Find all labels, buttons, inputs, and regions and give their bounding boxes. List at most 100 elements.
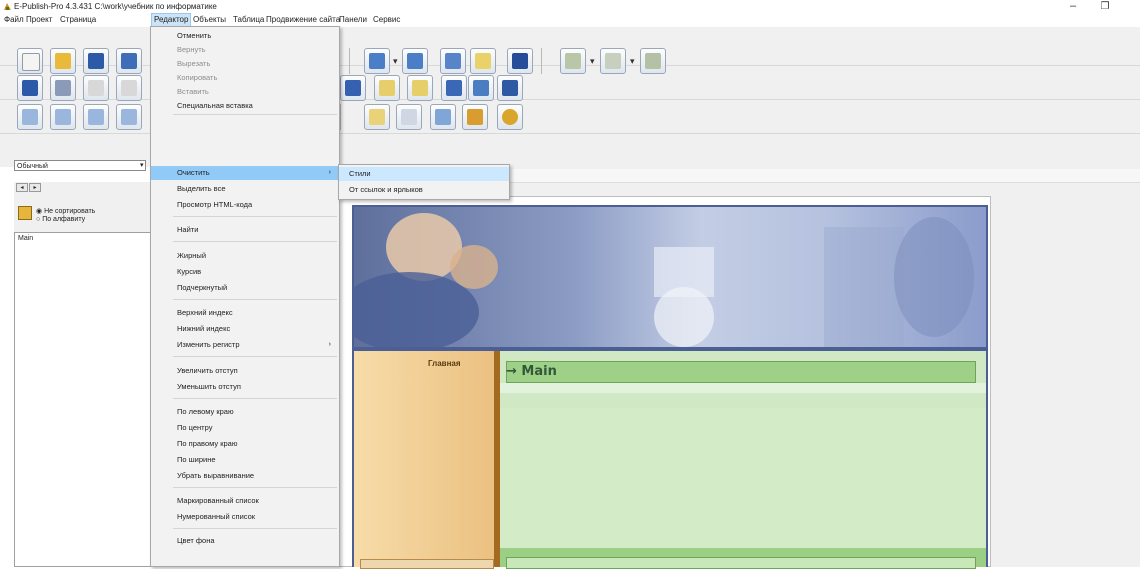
- chevron-right-icon: ›: [328, 341, 331, 348]
- justify-button[interactable]: [116, 104, 142, 130]
- menu-panels[interactable]: Панели: [337, 14, 369, 26]
- page-sidebar: [354, 351, 498, 567]
- align-center-button[interactable]: [50, 104, 76, 130]
- footer-box[interactable]: [506, 557, 976, 569]
- text-color-icon: [473, 80, 489, 96]
- menu-item-numbered-list[interactable]: Нумерованный список: [151, 510, 339, 524]
- window-title: E-Publish-Pro 4.3.431 C:\work\учебник по…: [14, 2, 217, 11]
- back-button[interactable]: ◂: [16, 183, 28, 192]
- menu-item-undo[interactable]: Отменить: [151, 29, 339, 43]
- menu-item-italic[interactable]: Курсив: [151, 265, 339, 279]
- copy-button[interactable]: [116, 75, 142, 101]
- sidebar-footer-box[interactable]: [360, 559, 494, 569]
- edit-button[interactable]: [364, 104, 390, 130]
- undo-icon: [22, 80, 38, 96]
- font-icon: [446, 80, 462, 96]
- redo-button[interactable]: [50, 75, 76, 101]
- app-icon: [3, 2, 12, 11]
- menu-promotion[interactable]: Продвижение сайта: [264, 14, 342, 26]
- subscript-icon: [379, 80, 395, 96]
- menu-item-clear[interactable]: Очистить ›: [151, 166, 339, 180]
- sort-icon[interactable]: [18, 206, 32, 220]
- menu-item-bold[interactable]: Жирный: [151, 249, 339, 263]
- highlight-button[interactable]: [497, 75, 523, 101]
- insert-icon: [467, 109, 483, 125]
- html-button[interactable]: [396, 104, 422, 130]
- menu-item-copy[interactable]: Копировать: [151, 71, 339, 85]
- menu-separator: [173, 487, 337, 488]
- banner-photo-icon: [354, 213, 974, 347]
- menu-service[interactable]: Сервис: [371, 14, 402, 26]
- menu-item-redo[interactable]: Вернуть: [151, 43, 339, 57]
- image-icon: [435, 109, 451, 125]
- menu-file[interactable]: Файл: [2, 14, 26, 26]
- align-center-icon: [55, 109, 71, 125]
- menu-item-align-left[interactable]: По левому краю: [151, 405, 339, 419]
- sidebar-link-home[interactable]: Главная: [428, 359, 461, 368]
- list-item[interactable]: Main: [18, 235, 33, 242]
- page-content[interactable]: [500, 408, 986, 548]
- menu-item-align-center[interactable]: По центру: [151, 421, 339, 435]
- nav-buttons: ◂ ▸: [16, 183, 46, 193]
- menu-editor[interactable]: Редактор: [151, 13, 192, 27]
- menu-item-background-color[interactable]: Цвет фона: [151, 534, 339, 548]
- menu-item-justify[interactable]: По ширине: [151, 453, 339, 467]
- align-right-button[interactable]: [83, 104, 109, 130]
- submenu-item-links[interactable]: От ссылок и ярлыков: [339, 183, 509, 197]
- page-heading: → Main: [506, 364, 557, 379]
- menu-item-find[interactable]: Найти: [151, 223, 339, 237]
- justify-icon: [121, 109, 137, 125]
- menu-item-paste[interactable]: Вставить: [151, 85, 339, 99]
- radio-no-sort[interactable]: ◉ Не сортировать: [36, 207, 95, 215]
- menu-item-subscript[interactable]: Нижний индекс: [151, 322, 339, 336]
- font-button[interactable]: [441, 75, 467, 101]
- menu-item-indent[interactable]: Увеличить отступ: [151, 364, 339, 378]
- radio-alphabetical[interactable]: ○ По алфавиту: [36, 216, 85, 223]
- align-left-icon: [22, 109, 38, 125]
- image-button[interactable]: [430, 104, 456, 130]
- menu-item-view-html[interactable]: Просмотр HTML-кода: [151, 198, 339, 212]
- menu-table[interactable]: Таблица: [231, 14, 266, 26]
- page-list[interactable]: Main: [14, 232, 152, 567]
- subscript-button[interactable]: [374, 75, 400, 101]
- menu-separator: [173, 356, 337, 357]
- style-combo[interactable]: Обычный: [14, 160, 146, 171]
- cut-button[interactable]: [83, 75, 109, 101]
- menu-item-select-all[interactable]: Выделить все: [151, 182, 339, 196]
- menu-item-cut[interactable]: Вырезать: [151, 57, 339, 71]
- maximize-button[interactable]: ❐: [1094, 0, 1116, 14]
- menu-item-superscript[interactable]: Верхний индекс: [151, 306, 339, 320]
- align-left-button[interactable]: [17, 104, 43, 130]
- menu-separator: [173, 216, 337, 217]
- forward-button[interactable]: ▸: [29, 183, 41, 192]
- chevron-down-icon[interactable]: ▾: [140, 161, 144, 169]
- link-button[interactable]: [497, 104, 523, 130]
- superscript-button[interactable]: [407, 75, 433, 101]
- page-heading-box[interactable]: [506, 361, 976, 383]
- menu-item-change-case[interactable]: Изменить регистр ›: [151, 338, 339, 352]
- menu-item-outdent[interactable]: Уменьшить отступ: [151, 380, 339, 394]
- submenu-item-styles[interactable]: Стили: [339, 167, 509, 181]
- editor-menu: Отменить Вернуть Вырезать Копировать Вст…: [150, 26, 340, 567]
- superscript-icon: [412, 80, 428, 96]
- radio-no-sort-label: Не сортировать: [44, 208, 96, 215]
- menu-item-bulleted-list[interactable]: Маркированный список: [151, 494, 339, 508]
- text-color-button[interactable]: [468, 75, 494, 101]
- menu-item-remove-alignment[interactable]: Убрать выравнивание: [151, 469, 339, 483]
- insert-object-button[interactable]: [462, 104, 488, 130]
- underline-icon: [345, 80, 361, 96]
- minimize-button[interactable]: –: [1062, 0, 1084, 14]
- menu-item-paste-special[interactable]: Специальная вставка: [151, 99, 339, 113]
- menu-objects[interactable]: Объекты: [191, 14, 228, 26]
- menu-project[interactable]: Проект: [24, 14, 54, 26]
- banner-image: [354, 207, 986, 347]
- chevron-right-icon: ›: [328, 169, 331, 176]
- menu-item-clear-label: Очистить: [177, 168, 210, 177]
- underline-button[interactable]: [340, 75, 366, 101]
- menu-page[interactable]: Страница: [58, 14, 98, 26]
- undo-button[interactable]: [17, 75, 43, 101]
- menu-item-align-right[interactable]: По правому краю: [151, 437, 339, 451]
- menu-separator: [173, 114, 337, 115]
- menu-item-underline[interactable]: Подчеркнутый: [151, 281, 339, 295]
- html-icon: [401, 109, 417, 125]
